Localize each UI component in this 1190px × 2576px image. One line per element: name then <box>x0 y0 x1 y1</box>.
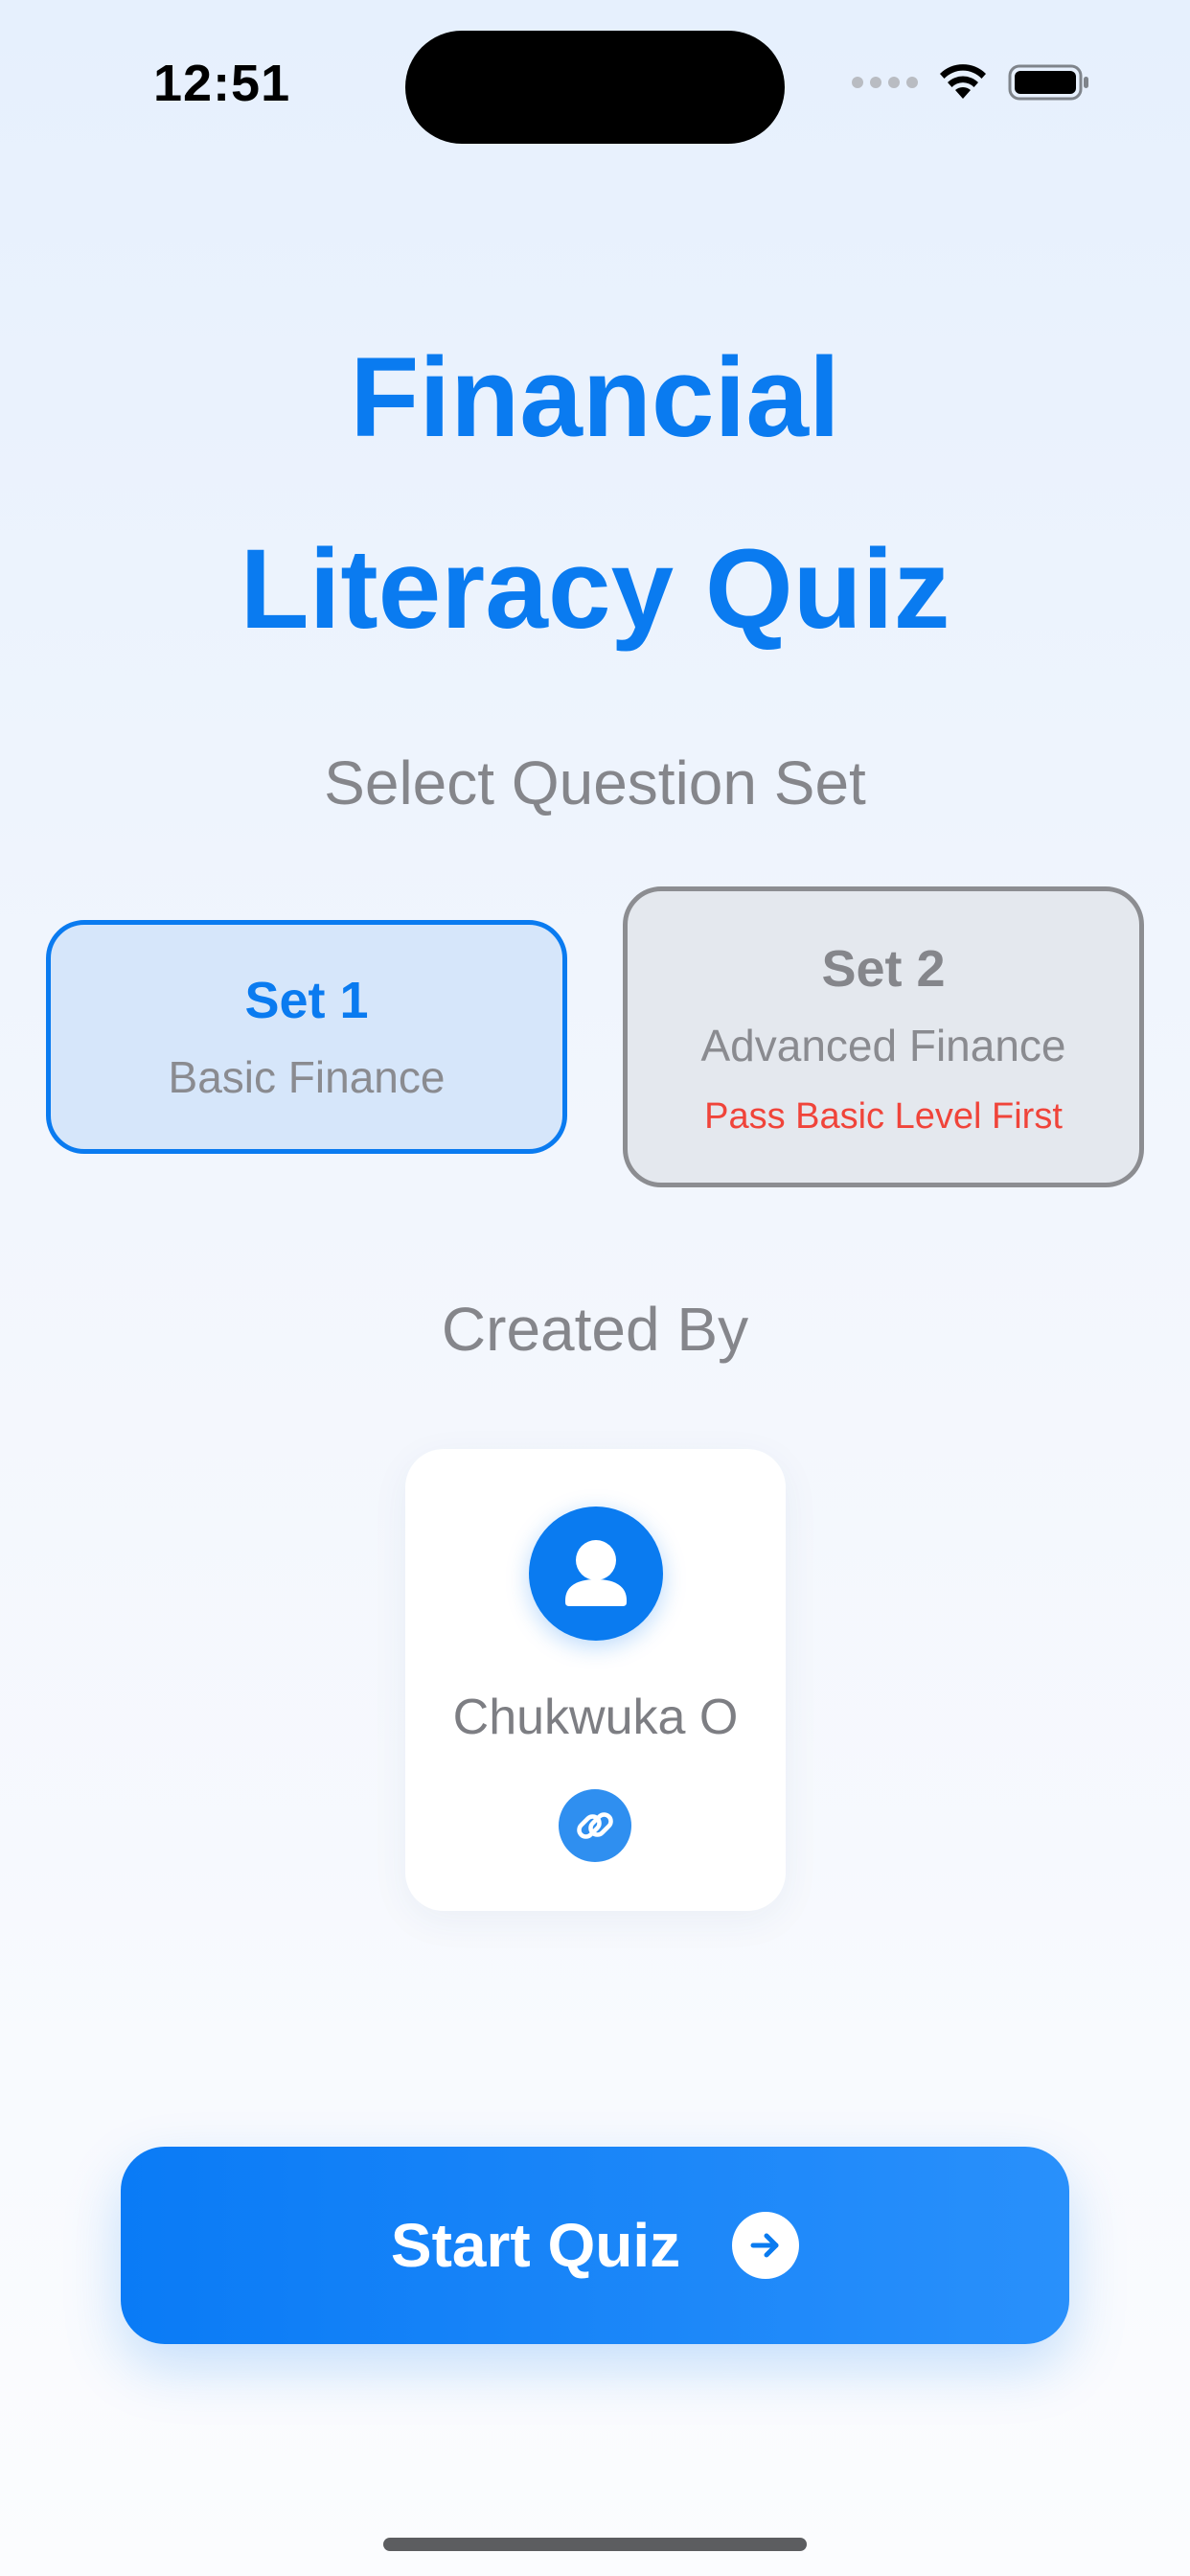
avatar <box>529 1506 663 1641</box>
creator-link-button[interactable] <box>559 1789 631 1862</box>
battery-icon <box>1008 64 1088 101</box>
dynamic-island <box>405 31 785 144</box>
status-icons <box>852 63 1090 102</box>
set-1-description: Basic Finance <box>168 1052 446 1102</box>
set-1-card[interactable]: Set 1 Basic Finance <box>46 920 567 1154</box>
page-title-line-1: Financial <box>350 334 840 461</box>
set-1-name: Set 1 <box>244 972 369 1029</box>
signal-dots-icon <box>852 77 918 88</box>
link-icon <box>577 1812 613 1839</box>
person-icon <box>565 1540 627 1606</box>
select-set-label: Select Question Set <box>324 748 866 817</box>
set-2-lock-note: Pass Basic Level First <box>704 1096 1063 1137</box>
start-quiz-label: Start Quiz <box>390 2211 681 2280</box>
page-title-line-2: Literacy Quiz <box>240 526 950 653</box>
set-2-name: Set 2 <box>821 940 946 998</box>
wifi-icon <box>940 64 986 99</box>
status-time: 12:51 <box>153 55 291 112</box>
created-by-label: Created By <box>441 1295 749 1364</box>
page-title: Financial Literacy Quiz <box>0 302 1190 685</box>
creator-card: Chukwuka O <box>405 1449 786 1911</box>
set-2-description: Advanced Finance <box>700 1021 1066 1070</box>
start-quiz-button[interactable]: Start Quiz <box>121 2147 1069 2344</box>
arrow-right-circle-icon <box>732 2212 800 2279</box>
set-2-card[interactable]: Set 2 Advanced Finance Pass Basic Level … <box>623 886 1144 1187</box>
creator-name: Chukwuka O <box>452 1690 739 1745</box>
home-indicator[interactable] <box>383 2538 807 2551</box>
